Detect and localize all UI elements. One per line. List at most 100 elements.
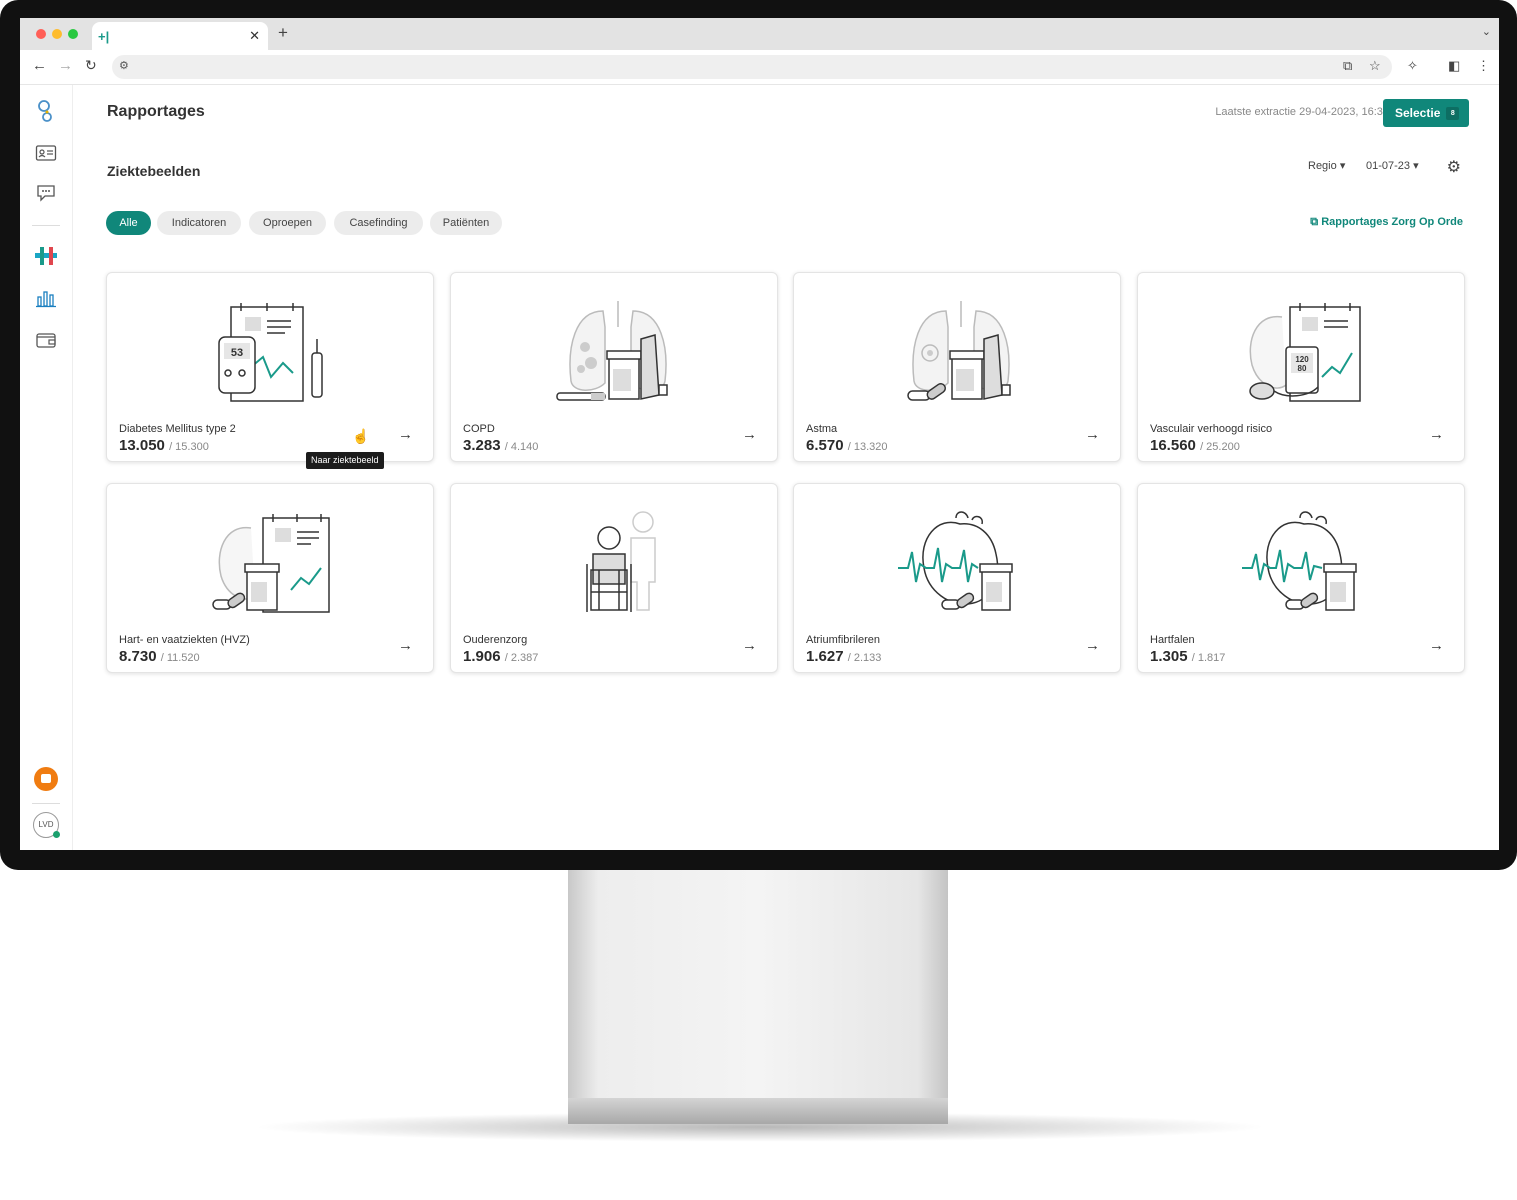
card-value: 1.906	[463, 648, 501, 665]
chevron-down-icon: ▾	[1413, 160, 1419, 172]
arrow-right-icon[interactable]: →	[742, 637, 757, 654]
address-bar[interactable]: ⚙	[112, 55, 1392, 79]
card-total: / 2.133	[847, 652, 882, 664]
chat-support-button[interactable]	[34, 767, 58, 791]
filter-oproepen[interactable]: Oproepen	[249, 211, 326, 235]
zorg-op-orde-icon[interactable]	[34, 245, 58, 269]
card-ouderenzorg[interactable]: Ouderenzorg 1.906 / 2.387 →	[450, 483, 778, 673]
date-dropdown[interactable]: 01-07-23 ▾	[1366, 159, 1419, 172]
new-tab-button[interactable]: +	[278, 23, 288, 43]
app-logo-icon[interactable]	[34, 99, 58, 123]
card-astma[interactable]: Astma 6.570 / 13.320 →	[793, 272, 1121, 462]
card-name: Ouderenzorg	[463, 634, 528, 646]
card-value: 8.730	[119, 648, 157, 665]
sidebar-divider	[32, 225, 60, 226]
close-tab-icon[interactable]: ✕	[249, 28, 260, 44]
browser-tab[interactable]: +| ✕	[92, 22, 268, 50]
site-info-icon[interactable]: ⚙	[119, 59, 129, 72]
filter-indicatoren[interactable]: Indicatoren	[157, 211, 241, 235]
settings-gear-icon[interactable]: ⚙	[1447, 157, 1461, 177]
card-copd[interactable]: COPD 3.283 / 4.140 →	[450, 272, 778, 462]
card-vasculair[interactable]: 120 80 Vasculair verhoogd risico 16.560 …	[1137, 272, 1465, 462]
monitor-stand-base	[568, 1098, 948, 1124]
atriumfibrileren-icon	[898, 511, 1013, 611]
astma-icon	[907, 301, 1011, 401]
card-total: / 4.140	[504, 441, 539, 453]
card-name: Hart- en vaatziekten (HVZ)	[119, 634, 250, 646]
monitor-bezel: +| ✕ + ⌄ ← → ↻ ⚙ ⧉ ☆ ✧ ◧ ⋮ LVD Rapportag…	[0, 0, 1517, 870]
online-status-indicator	[53, 831, 60, 838]
install-app-icon[interactable]: ⧉	[1343, 58, 1352, 74]
external-link-icon: ⧉	[1310, 216, 1319, 228]
filter-casefinding[interactable]: Casefinding	[334, 211, 423, 235]
maximize-window-icon[interactable]	[68, 29, 78, 39]
card-total: / 2.387	[504, 652, 539, 664]
region-dropdown[interactable]: Regio ▾	[1308, 159, 1345, 172]
arrow-right-icon[interactable]: →	[742, 426, 757, 443]
card-total: / 25.200	[1200, 441, 1240, 453]
card-name: Diabetes Mellitus type 2	[119, 423, 236, 435]
card-total: / 13.320	[847, 441, 888, 453]
screen: +| ✕ + ⌄ ← → ↻ ⚙ ⧉ ☆ ✧ ◧ ⋮ LVD Rapportag…	[20, 18, 1499, 850]
card-diabetes[interactable]: 53 Diabetes Mellitus type 2 13.050 / 15.…	[106, 272, 434, 462]
back-icon[interactable]: ←	[32, 57, 47, 74]
app-sidebar: LVD	[20, 85, 73, 850]
close-window-icon[interactable]	[36, 29, 46, 39]
arrow-right-icon[interactable]: →	[398, 637, 413, 654]
card-value: 6.570	[806, 437, 844, 454]
bookmark-star-icon[interactable]: ☆	[1369, 58, 1381, 74]
contacts-card-icon[interactable]	[34, 143, 58, 167]
arrow-right-icon[interactable]: →	[1085, 426, 1100, 443]
card-atriumfibrileren[interactable]: Atriumfibrileren 1.627 / 2.133 →	[793, 483, 1121, 673]
diabetes-icon: 53	[218, 303, 323, 402]
monitor-stand	[568, 870, 948, 1105]
reload-icon[interactable]: ↻	[85, 57, 97, 74]
last-extract-text: Laatste extractie 29-04-2023, 16:32	[1215, 106, 1389, 118]
browser-toolbar: ← → ↻ ⚙ ⧉ ☆ ✧ ◧ ⋮	[20, 50, 1499, 85]
app-favicon-icon: +|	[98, 29, 110, 44]
vasculair-icon: 120 80	[1249, 303, 1361, 402]
selection-button[interactable]: Selectie 8	[1383, 99, 1469, 127]
filter-patienten[interactable]: Patiënten	[430, 211, 502, 235]
reports-chart-icon[interactable]	[34, 288, 58, 312]
browser-tabbar: +| ✕ + ⌄	[20, 18, 1499, 50]
region-label: Regio	[1308, 160, 1337, 172]
minimize-window-icon[interactable]	[52, 29, 62, 39]
arrow-right-icon[interactable]: →	[1429, 637, 1444, 654]
arrow-right-icon[interactable]: →	[1085, 637, 1100, 654]
messages-icon[interactable]	[34, 182, 58, 206]
side-panel-icon[interactable]: ◧	[1448, 58, 1460, 74]
arrow-right-icon[interactable]: →	[1429, 426, 1444, 443]
hand-cursor-icon: ☝	[352, 428, 370, 444]
forward-icon[interactable]: →	[58, 57, 73, 74]
selection-label: Selectie	[1395, 106, 1441, 120]
tab-search-icon[interactable]: ⌄	[1482, 25, 1491, 38]
card-hartfalen[interactable]: Hartfalen 1.305 / 1.817 →	[1137, 483, 1465, 673]
card-value: 3.283	[463, 437, 501, 454]
card-hvz[interactable]: Hart- en vaatziekten (HVZ) 8.730 / 11.52…	[106, 483, 434, 673]
card-total: / 1.817	[1191, 652, 1226, 664]
copd-icon	[556, 301, 668, 401]
card-value: 16.560	[1150, 437, 1196, 454]
card-name: Atriumfibrileren	[806, 634, 880, 646]
filter-all[interactable]: Alle	[106, 211, 151, 235]
extensions-icon[interactable]: ✧	[1407, 58, 1418, 74]
wallet-icon[interactable]	[34, 330, 58, 354]
page-title: Rapportages	[107, 103, 205, 120]
card-value: 13.050	[119, 437, 165, 454]
card-name: COPD	[463, 423, 495, 435]
tooltip: Naar ziektebeeld	[306, 452, 384, 469]
main-content: Rapportages Laatste extractie 29-04-2023…	[106, 85, 1469, 850]
glucose-reading: 53	[231, 347, 243, 359]
arrow-right-icon[interactable]: →	[398, 426, 413, 443]
user-avatar[interactable]: LVD	[33, 812, 60, 838]
hartfalen-icon	[1242, 511, 1357, 611]
browser-menu-icon[interactable]: ⋮	[1477, 58, 1490, 74]
card-name: Astma	[806, 423, 838, 435]
external-link-label: Rapportages Zorg Op Orde	[1321, 216, 1463, 228]
card-total: / 11.520	[160, 652, 200, 664]
user-initials: LVD	[38, 820, 54, 829]
card-name: Vasculair verhoogd risico	[1150, 423, 1273, 435]
external-report-link[interactable]: ⧉ Rapportages Zorg Op Orde	[1310, 216, 1463, 229]
bp-diastolic: 80	[1298, 364, 1307, 373]
